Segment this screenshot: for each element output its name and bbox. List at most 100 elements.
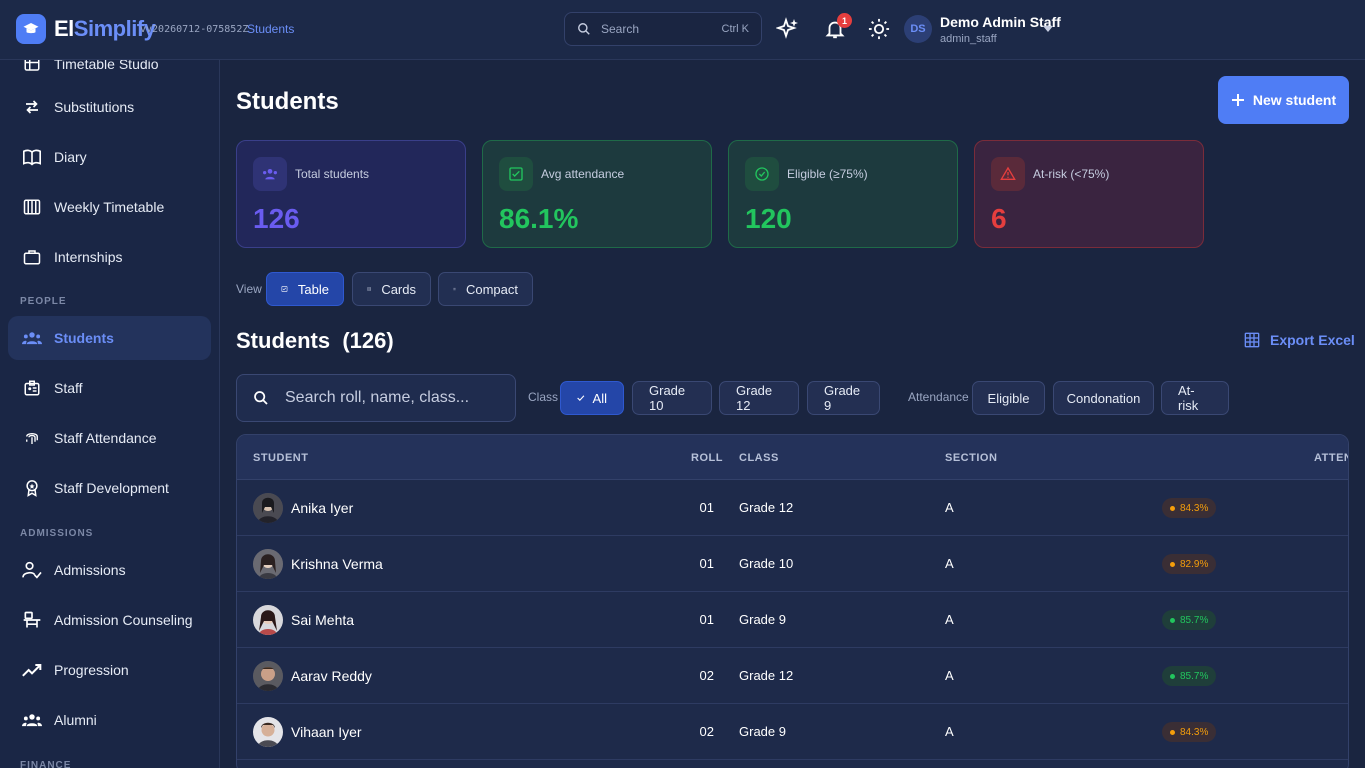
notification-badge: 1 <box>837 13 852 28</box>
view-table-button[interactable]: Table <box>266 272 344 306</box>
user-role: admin_staff <box>940 33 997 45</box>
sidebar-item-alumni[interactable]: Alumni <box>8 698 211 742</box>
sidebar-item-students[interactable]: Students <box>8 316 211 360</box>
award-icon <box>22 478 42 498</box>
attendance-filter-condonation[interactable]: Condonation <box>1053 381 1154 415</box>
student-avatar <box>253 661 283 691</box>
sidebar-item-admission-counseling[interactable]: Admission Counseling <box>8 598 211 642</box>
stat-card-attendance: Avg attendance 86.1% <box>482 140 712 248</box>
student-name: Sai Mehta <box>291 612 355 628</box>
search-icon <box>254 391 268 405</box>
class-filter-grade-10[interactable]: Grade 10 <box>632 381 712 415</box>
class-filter-grade-12[interactable]: Grade 12 <box>719 381 799 415</box>
sidebar-item-staff-attendance[interactable]: Staff Attendance <box>8 416 211 460</box>
table-row[interactable]: Anika Iyer 01 Grade 12 A 84.3% <box>237 480 1348 536</box>
sun-icon[interactable] <box>866 16 892 42</box>
sidebar-item-progression[interactable]: Progression <box>8 648 211 692</box>
sidebar-item-diary[interactable]: Diary <box>8 135 211 179</box>
search-icon <box>578 23 590 35</box>
stat-card-at-risk: At-risk (<75%) 6 <box>974 140 1204 248</box>
header-class[interactable]: CLASS <box>739 452 779 464</box>
attendance-pill: 82.9% <box>1162 554 1217 574</box>
stat-card-total: Total students 126 <box>236 140 466 248</box>
attendance-filter-eligible[interactable]: Eligible <box>972 381 1045 415</box>
page-title: Students <box>236 88 339 115</box>
people-icon <box>253 157 287 191</box>
student-search-input[interactable]: Search roll, name, class... <box>236 374 516 422</box>
sidebar-item-weekly-timetable[interactable]: Weekly Timetable <box>8 185 211 229</box>
logo-icon[interactable] <box>16 14 46 44</box>
student-section: A <box>945 500 954 515</box>
columns-icon <box>22 197 42 217</box>
students-table: STUDENT ROLL CLASS SECTION ATTEND Anika … <box>236 434 1349 768</box>
view-cards-button[interactable]: Cards <box>352 272 431 306</box>
view-compact-button[interactable]: Compact <box>438 272 533 306</box>
sidebar-item-staff-development[interactable]: Staff Development <box>8 466 211 510</box>
sidebar-item-admissions[interactable]: Admissions <box>8 548 211 592</box>
sidebar: Timetable Studio Substitutions Diary Wee… <box>0 60 220 768</box>
sidebar-item-internships[interactable]: Internships <box>8 235 211 279</box>
export-excel-button[interactable]: Export Excel <box>1244 332 1355 348</box>
attendance-pill: 84.3% <box>1162 722 1217 742</box>
sidebar-item-staff[interactable]: Staff <box>8 366 211 410</box>
trend-icon <box>22 660 42 680</box>
header-section[interactable]: SECTION <box>945 452 997 464</box>
class-filter-grade-9[interactable]: Grade 9 <box>807 381 880 415</box>
table-header: STUDENT ROLL CLASS SECTION ATTEND <box>237 435 1348 480</box>
plus-icon <box>1231 94 1244 106</box>
student-class: Grade 12 <box>739 500 794 515</box>
student-section: A <box>945 668 954 683</box>
counsel-icon <box>22 610 42 630</box>
header-roll[interactable]: ROLL <box>691 452 723 464</box>
class-filter-all[interactable]: All <box>560 381 624 415</box>
student-section: A <box>945 556 954 571</box>
student-roll: 01 <box>699 556 714 571</box>
student-roll: 02 <box>699 668 714 683</box>
table-row[interactable]: Sai Mehta 01 Grade 9 A 85.7% <box>237 592 1348 648</box>
sidebar-section-admissions: ADMISSIONS <box>20 528 94 539</box>
student-roll: 01 <box>699 612 714 627</box>
user-avatar[interactable]: DS <box>904 15 932 43</box>
sparkle-icon[interactable] <box>775 16 801 42</box>
table-row[interactable]: Vihaan Iyer 02 Grade 9 A 84.3% <box>237 704 1348 760</box>
student-avatar <box>253 605 283 635</box>
table-icon <box>1244 332 1260 348</box>
table-row[interactable]: Aarav Reddy 02 Grade 12 A 85.7% <box>237 648 1348 704</box>
global-search[interactable]: Search Ctrl K <box>564 12 762 46</box>
sidebar-item-substitutions[interactable]: Substitutions <box>8 85 211 129</box>
student-avatar <box>253 717 283 747</box>
student-roll: 01 <box>699 500 714 515</box>
attendance-filter-at-risk[interactable]: At-risk <box>1161 381 1229 415</box>
list-icon <box>453 288 456 291</box>
student-section: A <box>945 612 954 627</box>
students-count-heading: Students (126) <box>236 328 394 353</box>
student-class: Grade 10 <box>739 556 794 571</box>
verified-icon <box>745 157 779 191</box>
sidebar-item-timetable-studio[interactable]: Timetable Studio <box>8 60 211 86</box>
attendance-pill: 85.7% <box>1162 666 1217 686</box>
header-attendance[interactable]: ATTEND <box>1314 452 1348 464</box>
student-class: Grade 9 <box>739 612 786 627</box>
badge-icon <box>22 378 42 398</box>
fingerprint-icon <box>22 428 42 448</box>
student-class: Grade 9 <box>739 724 786 739</box>
table-row[interactable]: Krishna Verma 01 Grade 10 A 82.9% <box>237 536 1348 592</box>
search-shortcut: Ctrl K <box>721 23 750 35</box>
breadcrumb[interactable]: Students <box>247 22 294 36</box>
new-student-button[interactable]: New student <box>1218 76 1349 124</box>
book-icon <box>22 147 42 167</box>
header-student[interactable]: STUDENT <box>253 452 308 464</box>
checkbox-icon <box>281 286 288 292</box>
check-icon <box>577 395 585 402</box>
student-name: Anika Iyer <box>291 500 354 516</box>
checklist-icon <box>499 157 533 191</box>
chevron-down-icon[interactable] <box>1042 22 1054 40</box>
sidebar-section-people: PEOPLE <box>20 296 67 307</box>
briefcase-icon <box>22 247 42 267</box>
student-name: Krishna Verma <box>291 556 383 572</box>
top-bar: ElSimplify vv20260712-075852Z Students S… <box>0 0 1365 60</box>
attendance-filter-label: Attendance <box>908 390 969 404</box>
search-placeholder: Search <box>601 22 640 36</box>
version-label: vv20260712-075852Z <box>140 24 249 35</box>
attendance-pill: 84.3% <box>1162 498 1217 518</box>
